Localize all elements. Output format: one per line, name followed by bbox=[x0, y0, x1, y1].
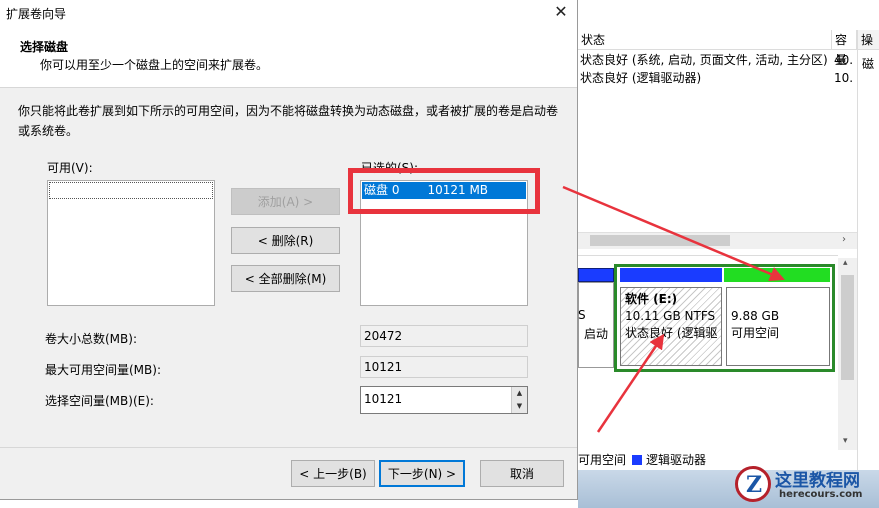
partition-name: 软件 (E:) bbox=[625, 292, 678, 306]
watermark-site-name: 这里教程网 bbox=[775, 471, 860, 491]
partition-status: 状态良好 (逻辑驱 bbox=[625, 326, 717, 340]
spin-down-icon[interactable]: ▼ bbox=[511, 400, 527, 413]
column-header-capacity[interactable]: 容量 bbox=[832, 30, 857, 67]
partition-box-free[interactable]: 9.88 GB 可用空间 bbox=[726, 287, 830, 366]
column-header-status[interactable]: 状态 bbox=[578, 30, 832, 50]
legend-unallocated-label: 可用空间 bbox=[578, 453, 627, 467]
scroll-up-arrow-icon[interactable]: ▴ bbox=[843, 258, 848, 268]
actions-panel-item[interactable]: 磁 bbox=[862, 55, 874, 72]
close-icon[interactable]: ✕ bbox=[545, 0, 577, 24]
dialog-titlebar bbox=[0, 0, 577, 24]
select-amount-label: 选择空间量(MB)(E): bbox=[45, 394, 154, 408]
volume-row-status[interactable]: 状态良好 (系统, 启动, 页面文件, 活动, 主分区) bbox=[580, 51, 828, 69]
watermark-domain: herecours.com bbox=[779, 489, 863, 500]
total-size-label: 卷大小总数(MB): bbox=[45, 332, 137, 346]
max-available-label: 最大可用空间量(MB): bbox=[45, 363, 161, 377]
dialog-title: 扩展卷向导 bbox=[6, 7, 67, 21]
available-label: 可用(V): bbox=[47, 161, 93, 175]
select-amount-stepper[interactable]: 10121 ▲ ▼ bbox=[360, 386, 528, 414]
remove-all-button[interactable]: < 全部删除(M) bbox=[231, 265, 340, 292]
actions-panel-header: 操 bbox=[858, 30, 879, 50]
select-amount-value: 10121 bbox=[364, 392, 403, 406]
spin-up-icon[interactable]: ▲ bbox=[511, 387, 527, 400]
volume-row-status[interactable]: 状态良好 (逻辑驱动器) bbox=[580, 69, 701, 87]
total-size-field: 20472 bbox=[360, 325, 528, 347]
volume-row-capacity: 40. bbox=[834, 53, 854, 67]
highlight-box bbox=[348, 168, 540, 214]
page-title: 选择磁盘 bbox=[20, 40, 69, 54]
volume-row-capacity: 10. bbox=[834, 71, 854, 85]
scroll-down-arrow-icon[interactable]: ▾ bbox=[843, 436, 848, 446]
vertical-scroll-thumb[interactable] bbox=[841, 275, 854, 380]
actions-panel bbox=[857, 30, 879, 508]
free-space-size: 9.88 GB bbox=[731, 309, 780, 323]
watermark-logo: Z bbox=[735, 466, 771, 502]
watermark: Z 这里教程网 herecours.com bbox=[735, 466, 879, 508]
partition-box-software[interactable]: 软件 (E:) 10.11 GB NTFS 状态良好 (逻辑驱 bbox=[620, 287, 722, 366]
partition-bar-free bbox=[724, 268, 830, 282]
horizontal-scroll-thumb[interactable] bbox=[590, 235, 730, 246]
free-space-label: 可用空间 bbox=[731, 326, 780, 340]
page-subtitle: 你可以用至少一个磁盘上的空间来扩展卷。 bbox=[40, 58, 269, 72]
back-button[interactable]: < 上一步(B) bbox=[291, 460, 375, 487]
scroll-right-arrow-icon[interactable]: › bbox=[842, 234, 846, 245]
remove-button[interactable]: < 删除(R) bbox=[231, 227, 340, 254]
cancel-button[interactable]: 取消 bbox=[480, 460, 564, 487]
partition-fragment-text: 启动 bbox=[584, 327, 609, 341]
available-list-focus bbox=[49, 182, 213, 199]
add-button[interactable]: 添加(A) > bbox=[231, 188, 340, 215]
watermark-logo-letter: Z bbox=[746, 472, 763, 498]
partition-bar-primary bbox=[578, 268, 614, 282]
next-button[interactable]: 下一步(N) > bbox=[379, 460, 465, 487]
legend-logical-swatch bbox=[632, 455, 643, 465]
partition-fragment-text: S bbox=[578, 308, 586, 322]
volume-list-header: 状态 容量 bbox=[578, 30, 857, 67]
footer-divider bbox=[0, 447, 577, 448]
legend-logical-label: 逻辑驱动器 bbox=[646, 453, 707, 467]
partition-bar-logical bbox=[620, 268, 722, 282]
max-available-field: 10121 bbox=[360, 356, 528, 378]
partition-size: 10.11 GB NTFS bbox=[625, 309, 716, 323]
description-text: 你只能将此卷扩展到如下所示的可用空间，因为不能将磁盘转换为动态磁盘，或者被扩展的… bbox=[18, 104, 559, 138]
